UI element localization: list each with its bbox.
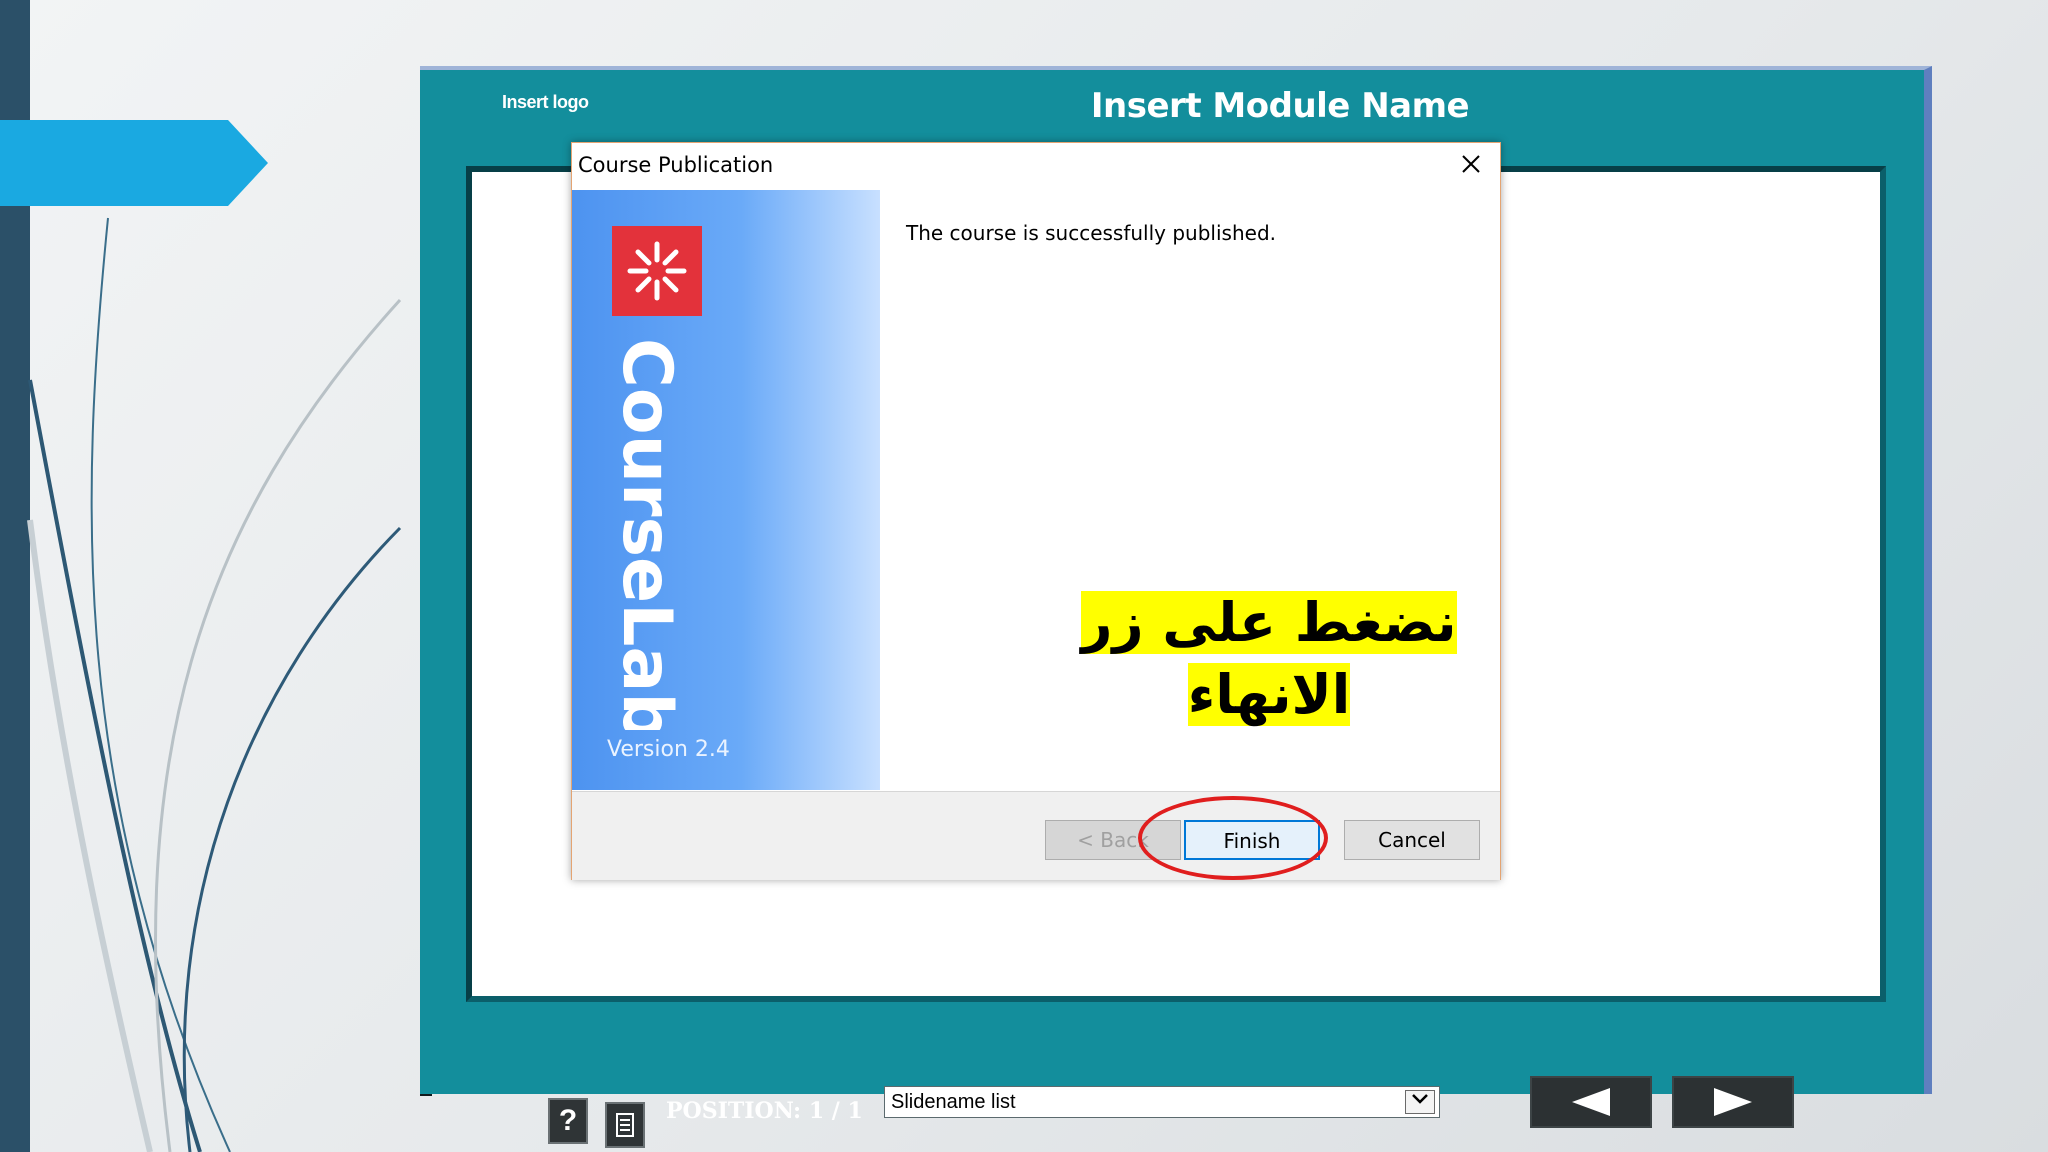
module-title: Insert Module Name	[1090, 86, 1470, 126]
dialog-title: Course Publication	[578, 153, 774, 177]
next-slide-button[interactable]	[1672, 1076, 1794, 1128]
cancel-button[interactable]: Cancel	[1344, 820, 1480, 860]
decorative-curves	[27, 217, 402, 1152]
svg-text:CourseLab: CourseLab	[607, 338, 686, 730]
help-button[interactable]: ?	[548, 1098, 588, 1144]
slide-select-value: Slidename list	[891, 1091, 1016, 1113]
notes-icon	[616, 1113, 634, 1137]
chevron-down-icon[interactable]	[1405, 1090, 1435, 1114]
logo-placeholder: Insert logo	[502, 92, 589, 112]
arrow-left-icon	[1572, 1088, 1610, 1116]
finish-button[interactable]: Finish	[1184, 820, 1320, 860]
callout-line-1: نضغط على زر	[1081, 591, 1457, 654]
close-icon	[1462, 155, 1480, 173]
arrow-right-icon	[1714, 1088, 1752, 1116]
status-message: The course is successfully published.	[906, 221, 1276, 245]
callout-line-2: الانهاء	[1187, 663, 1351, 726]
close-button[interactable]	[1456, 149, 1486, 179]
dialog-footer: < Back Finish Cancel	[572, 791, 1500, 880]
slide-select[interactable]: Slidename list	[884, 1086, 1440, 1118]
instruction-callout: نضغط على زر الانهاء	[1066, 587, 1472, 731]
asterisk-logo-icon	[612, 226, 702, 316]
previous-slide-button[interactable]	[1530, 1076, 1652, 1128]
back-button[interactable]: < Back	[1045, 820, 1181, 860]
help-icon: ?	[558, 1104, 578, 1137]
notes-button[interactable]	[605, 1102, 645, 1148]
brand-name-vertical: CourseLab	[607, 338, 686, 730]
version-label: Version 2.4	[607, 737, 730, 762]
player-toolbar: ? POSITION: 1 / 1 Slidename list	[420, 1004, 1920, 1148]
wizard-side-panel: CourseLab Version 2.4	[572, 190, 880, 790]
course-publication-dialog: Course Publication CourseLab Version 2.4…	[571, 142, 1501, 880]
position-indicator: POSITION: 1 / 1	[666, 1098, 863, 1124]
